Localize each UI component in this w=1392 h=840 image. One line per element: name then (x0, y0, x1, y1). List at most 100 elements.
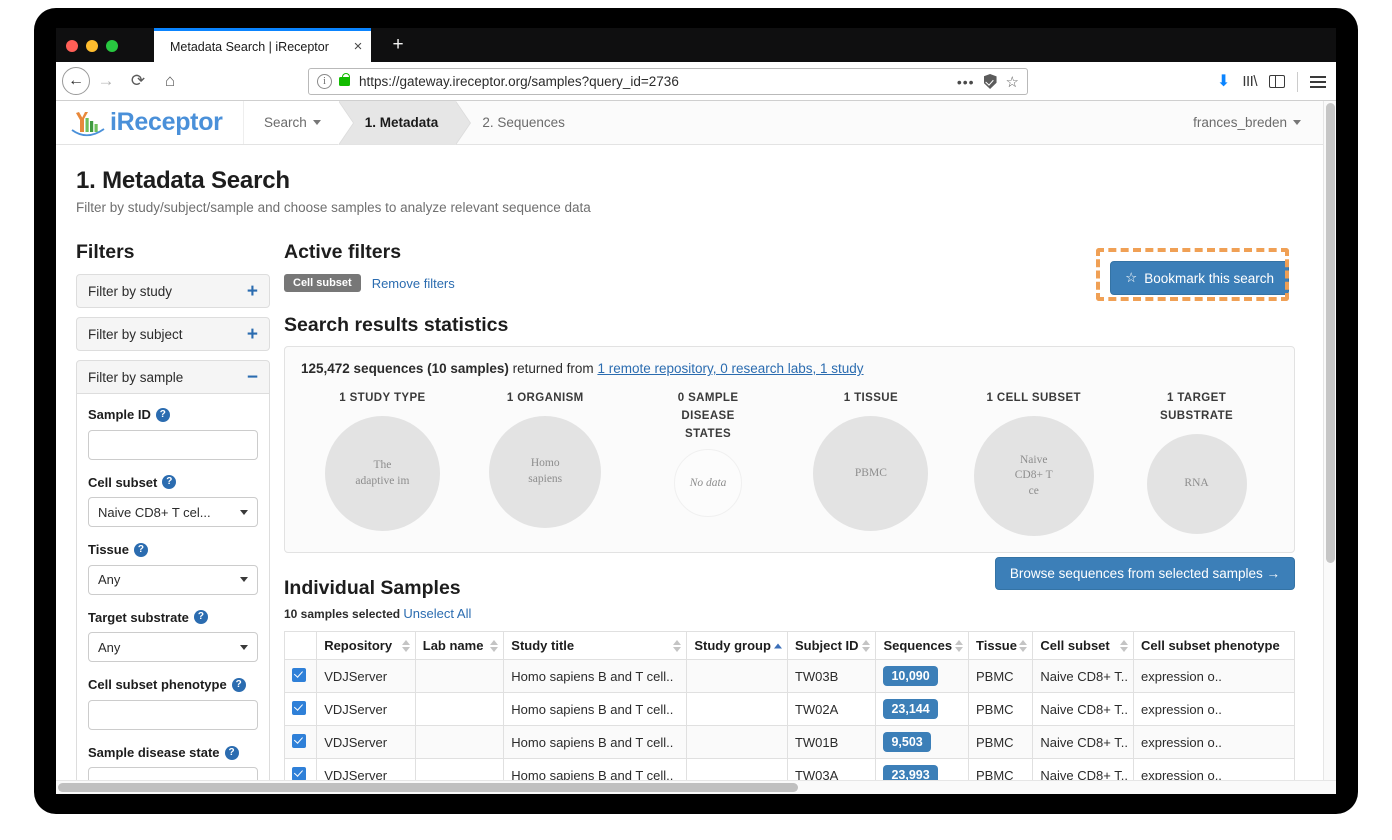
row-checkbox[interactable] (292, 766, 306, 781)
col-cell-subset[interactable]: Cell subset (1032, 631, 1134, 660)
accordion-filter-by-study[interactable]: Filter by study + (76, 274, 270, 308)
col-tissue-label: Tissue (976, 638, 1017, 653)
browser-tab-active[interactable]: Metadata Search | iReceptor × (154, 28, 371, 62)
samples-table-body: VDJServer Homo sapiens B and T cell.. TW… (283, 659, 1296, 794)
site-info-icon[interactable]: i (317, 74, 332, 89)
annotation-highlight-box (1096, 248, 1290, 301)
sidebar-toggle-icon[interactable] (1269, 75, 1285, 88)
col-study-title[interactable]: Study title (503, 631, 688, 660)
back-button-icon[interactable]: ← (62, 67, 90, 95)
page-viewport: iReceptor Search 1. Metadata 2. Sequence… (56, 101, 1336, 794)
sequences-badge: 23,144 (883, 699, 938, 719)
vertical-scrollbar-thumb[interactable] (1326, 103, 1335, 563)
row-checkbox[interactable] (292, 667, 306, 682)
horizontal-scrollbar-thumb[interactable] (58, 783, 798, 792)
downloads-icon[interactable]: ⬇ (1217, 73, 1230, 90)
forward-button-icon[interactable]: → (90, 65, 122, 97)
row-checkbox[interactable] (292, 733, 306, 748)
col-subject-id[interactable]: Subject ID (786, 631, 877, 660)
col-select-all[interactable] (283, 631, 318, 660)
remove-filters-link[interactable]: Remove filters (372, 276, 455, 291)
row-checkbox[interactable] (292, 700, 306, 715)
statistics-summary-link[interactable]: 1 remote repository, 0 research labs, 1 … (597, 361, 863, 376)
nav-search-menu[interactable]: Search (244, 101, 354, 145)
cell-study-group (686, 725, 788, 759)
url-bar[interactable]: i https://gateway.ireceptor.org/samples?… (308, 68, 1028, 95)
bubble-target-substrate: 1 TARGET SUBSTRATE RNA (1115, 390, 1278, 536)
sort-icon[interactable] (673, 639, 682, 652)
brand-logo[interactable]: iReceptor (56, 101, 244, 144)
col-cell-subset-phenotype[interactable]: Cell subset phenotype (1132, 631, 1296, 660)
tissue-value: Any (98, 572, 121, 588)
sort-icon[interactable] (401, 639, 410, 652)
statistics-panel: 125,472 sequences (10 samples) returned … (284, 346, 1295, 553)
sort-icon[interactable] (490, 639, 499, 652)
col-cell-subset-label: Cell subset (1040, 638, 1110, 653)
statistics-summary-mid: returned from (508, 361, 598, 376)
target-substrate-select[interactable]: Any (88, 632, 258, 663)
col-tissue[interactable]: Tissue (968, 631, 1034, 660)
col-repository[interactable]: Repository (316, 631, 416, 660)
bubble-cell-subset: 1 CELL SUBSET Naive CD8+ T ce (952, 390, 1115, 536)
cell-subset-phenotype-input[interactable] (88, 699, 258, 730)
sort-icon[interactable] (1019, 639, 1028, 652)
table-row[interactable]: VDJServer Homo sapiens B and T cell.. TW… (283, 725, 1296, 759)
browse-sequences-button[interactable]: Browse sequences from selected samples → (994, 557, 1295, 590)
help-icon[interactable]: ? (133, 542, 148, 557)
page-horizontal-scrollbar[interactable] (56, 780, 1336, 794)
browser-toolbar-right: ⬇ ІІІ\ (1217, 62, 1330, 101)
hamburger-menu-icon[interactable] (1310, 75, 1326, 88)
accordion-filter-by-subject[interactable]: Filter by subject + (76, 317, 270, 351)
active-filter-chip[interactable]: Cell subset (284, 274, 361, 292)
help-icon[interactable]: ? (193, 610, 208, 625)
page-subtitle: Filter by study/subject/sample and choos… (76, 200, 591, 215)
row-checkbox-cell[interactable] (283, 692, 318, 726)
page-actions-icon[interactable]: ••• (957, 74, 975, 90)
library-icon[interactable]: ІІІ\ (1242, 73, 1257, 90)
minimize-window-button[interactable] (86, 40, 98, 52)
col-sequences[interactable]: Sequences (875, 631, 970, 660)
col-lab-name[interactable]: Lab name (414, 631, 505, 660)
help-icon[interactable]: ? (155, 407, 170, 422)
row-checkbox-cell[interactable] (283, 659, 318, 693)
sample-id-input[interactable] (88, 429, 258, 460)
sort-icon[interactable] (1119, 639, 1128, 652)
table-row[interactable]: VDJServer Homo sapiens B and T cell.. TW… (283, 692, 1296, 726)
new-tab-icon[interactable]: + (386, 34, 410, 58)
field-label-text: Cell subset (88, 474, 158, 490)
bubble-value: The adaptive im (324, 416, 440, 531)
row-checkbox-cell[interactable] (283, 725, 318, 759)
url-text: https://gateway.ireceptor.org/samples?qu… (359, 74, 679, 89)
cell-cell-subset: Naive CD8+ T.. (1032, 725, 1134, 759)
reload-button-icon[interactable]: ⟳ (122, 65, 154, 97)
nav-step-sequences[interactable]: 2. Sequences (456, 101, 583, 144)
field-label-text: Target substrate (88, 609, 189, 625)
help-icon[interactable]: ? (224, 745, 239, 760)
bookmark-star-icon[interactable]: ☆ (1006, 73, 1019, 91)
window-traffic-lights (66, 40, 118, 52)
unselect-all-link[interactable]: Unselect All (403, 606, 471, 621)
sort-icon-ascending[interactable] (773, 643, 782, 648)
close-window-button[interactable] (66, 40, 78, 52)
close-tab-icon[interactable]: × (345, 39, 371, 54)
shield-icon[interactable] (983, 74, 997, 89)
cell-subset-select[interactable]: Naive CD8+ T cel... (88, 497, 258, 528)
home-button-icon[interactable]: ⌂ (154, 65, 186, 97)
tissue-select[interactable]: Any (88, 564, 258, 595)
col-study-title-label: Study title (511, 638, 575, 653)
table-row[interactable]: VDJServer Homo sapiens B and T cell.. TW… (283, 659, 1296, 693)
page-vertical-scrollbar[interactable] (1323, 101, 1336, 780)
help-icon[interactable]: ? (162, 475, 177, 490)
field-label-text: Cell subset phenotype (88, 677, 227, 693)
sort-icon[interactable] (862, 639, 871, 652)
maximize-window-button[interactable] (106, 40, 118, 52)
cell-phenotype: expression o.. (1132, 659, 1296, 693)
accordion-label: Filter by subject (88, 326, 183, 342)
sort-icon[interactable] (955, 639, 964, 652)
col-study-group[interactable]: Study group (686, 631, 788, 660)
help-icon[interactable]: ? (231, 677, 246, 692)
accordion-filter-by-sample[interactable]: Filter by sample − (76, 360, 270, 394)
nav-step-metadata[interactable]: 1. Metadata (338, 101, 472, 145)
user-menu[interactable]: frances_breden (1193, 101, 1323, 144)
plus-icon: + (246, 323, 258, 345)
